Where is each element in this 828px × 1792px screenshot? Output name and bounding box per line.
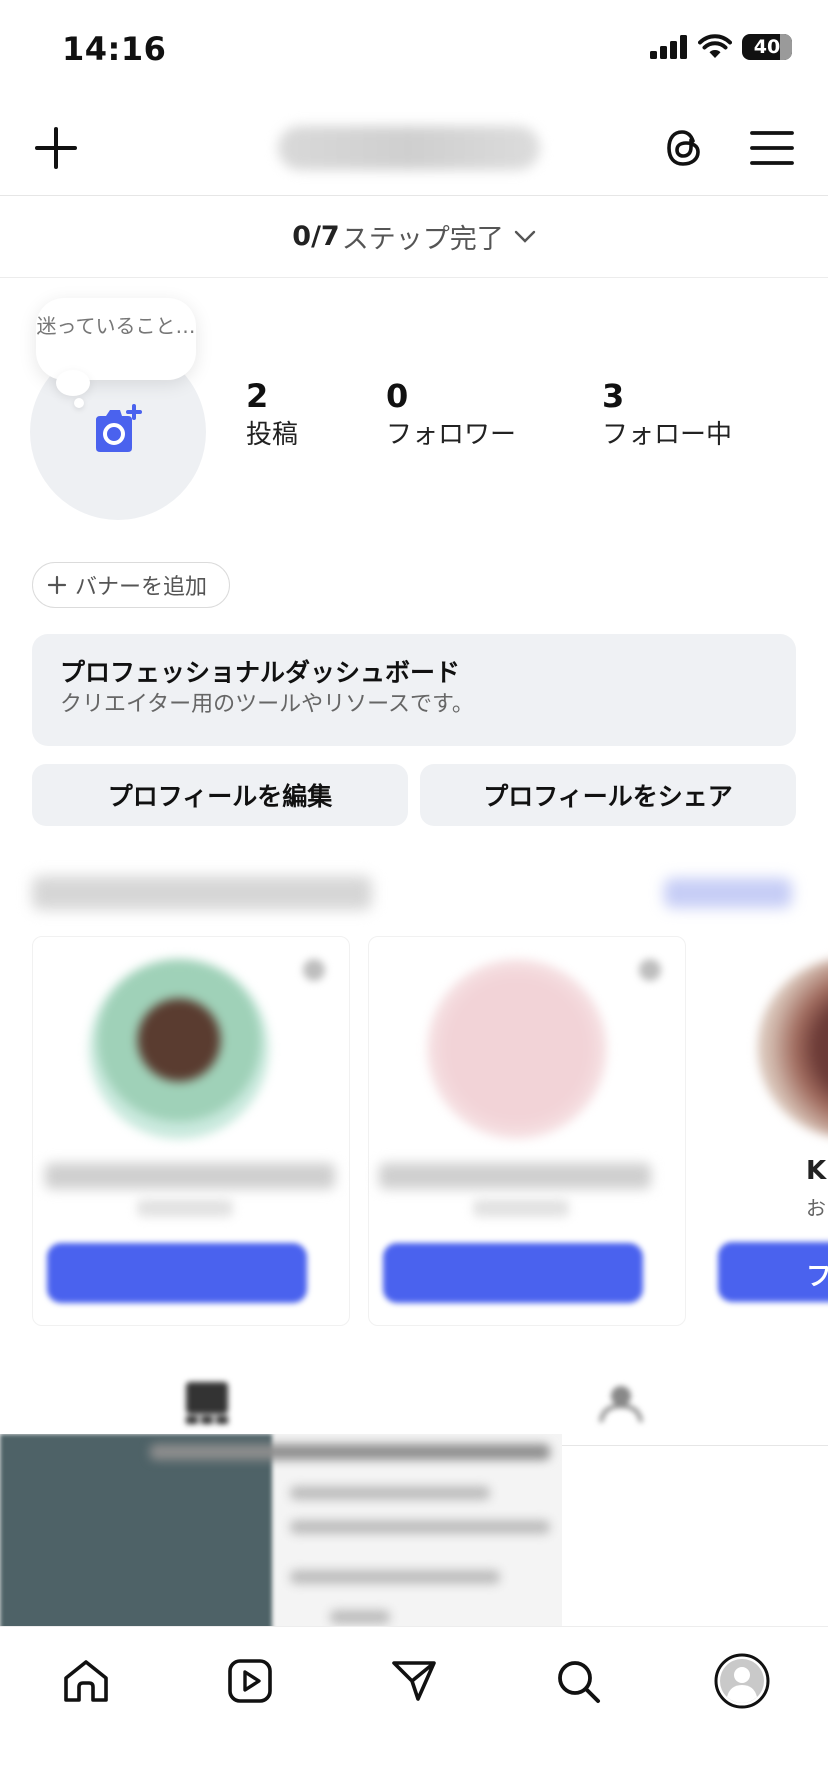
dashboard-subtitle: クリエイター用のツールやリソースです。: [60, 692, 474, 717]
battery-level: 40: [753, 36, 781, 58]
profile-avatar-icon: [714, 1653, 770, 1709]
steps-label: ステップ完了: [341, 224, 504, 255]
send-icon: [392, 1661, 436, 1701]
post-image: [0, 1434, 272, 1632]
tip-bubble-tail: [56, 370, 90, 396]
post-text-line: [290, 1570, 500, 1584]
home-icon: [64, 1660, 108, 1702]
suggested-username: [45, 1163, 335, 1189]
suggested-avatar: [427, 959, 607, 1139]
profile-tip-bubble[interactable]: 迷っていること…: [36, 298, 196, 380]
chevron-down-icon: [514, 230, 535, 243]
follow-button[interactable]: [47, 1243, 307, 1303]
edit-profile-button[interactable]: プロフィールを編集: [32, 764, 408, 826]
username-switcher[interactable]: [278, 126, 540, 170]
nav-profile[interactable]: [710, 1649, 774, 1713]
create-button[interactable]: [26, 118, 86, 178]
stat-posts[interactable]: 2 投稿: [246, 376, 298, 454]
tip-bubble-dot: [74, 398, 84, 408]
menu-button[interactable]: [742, 118, 802, 178]
edit-profile-label: プロフィールを編集: [107, 782, 333, 811]
suggested-username: [379, 1163, 651, 1189]
partial-follow-label: フ: [806, 1262, 828, 1292]
status-time: 14:16: [62, 30, 167, 68]
nav-search[interactable]: [546, 1649, 610, 1713]
dashboard-title: プロフェッショナルダッシュボード: [60, 658, 461, 687]
suggestions-heading: [32, 876, 372, 910]
post-grid-item[interactable]: [0, 1434, 562, 1632]
tagged-tab-icon[interactable]: [598, 1380, 644, 1424]
stat-followers-label: フォロワー: [386, 420, 517, 450]
stat-posts-value: 2: [246, 377, 269, 415]
share-profile-label: プロフィールをシェア: [483, 782, 733, 811]
suggested-avatar: [89, 959, 269, 1139]
add-photo-icon[interactable]: [92, 404, 144, 454]
nav-messages[interactable]: [382, 1649, 446, 1713]
dismiss-icon[interactable]: [303, 959, 325, 981]
stat-following[interactable]: 3 フォロー中: [602, 376, 732, 454]
dismiss-icon[interactable]: [639, 959, 661, 981]
threads-button[interactable]: [654, 118, 714, 178]
stat-posts-label: 投稿: [246, 420, 299, 450]
bottom-nav: [0, 1626, 828, 1792]
share-profile-button[interactable]: プロフィールをシェア: [420, 764, 796, 826]
partial-username: K: [806, 1156, 827, 1186]
menu-icon: [750, 131, 794, 165]
reels-icon: [228, 1659, 272, 1703]
stat-followers[interactable]: 0 フォロワー: [386, 376, 516, 454]
stat-following-value: 3: [602, 377, 625, 415]
post-text-line: [150, 1444, 550, 1460]
threads-icon: [667, 130, 700, 166]
nav-reels[interactable]: [218, 1649, 282, 1713]
suggested-subtitle: [137, 1199, 233, 1217]
steps-count: 0/7: [292, 221, 340, 252]
suggested-subtitle: [473, 1199, 569, 1217]
status-bar: 14:16 40: [0, 0, 828, 100]
follow-button[interactable]: [383, 1243, 643, 1303]
add-banner-button[interactable]: バナーを追加: [32, 562, 230, 608]
post-text-line: [290, 1486, 490, 1500]
stat-following-label: フォロー中: [602, 420, 733, 450]
see-all-link[interactable]: [664, 878, 792, 908]
stat-followers-value: 0: [386, 377, 409, 415]
professional-dashboard[interactable]: プロフェッショナルダッシュボード クリエイター用のツールやリソースです。: [32, 634, 796, 746]
post-text-line: [290, 1520, 550, 1534]
nav-home[interactable]: [54, 1649, 118, 1713]
battery-icon: 40: [742, 34, 792, 60]
cellular-signal-icon: [650, 35, 687, 59]
suggested-account-card[interactable]: [32, 936, 350, 1326]
post-text-line: [330, 1610, 390, 1624]
wifi-icon: [698, 34, 732, 58]
suggested-avatar: [758, 958, 828, 1138]
suggested-account-card[interactable]: [368, 936, 686, 1326]
status-icons: 40: [650, 34, 792, 60]
profile-tip-text: 迷っていること…: [36, 314, 196, 338]
plus-icon: [47, 575, 67, 595]
setup-steps-toggle[interactable]: 0/7 ステップ完了: [0, 196, 828, 278]
grid-tab-icon[interactable]: [184, 1380, 230, 1424]
plus-icon: [35, 127, 77, 169]
add-banner-label: バナーを追加: [75, 575, 208, 600]
search-icon: [558, 1661, 600, 1703]
profile-header: [0, 100, 828, 196]
partial-subtitle: お: [806, 1196, 826, 1220]
